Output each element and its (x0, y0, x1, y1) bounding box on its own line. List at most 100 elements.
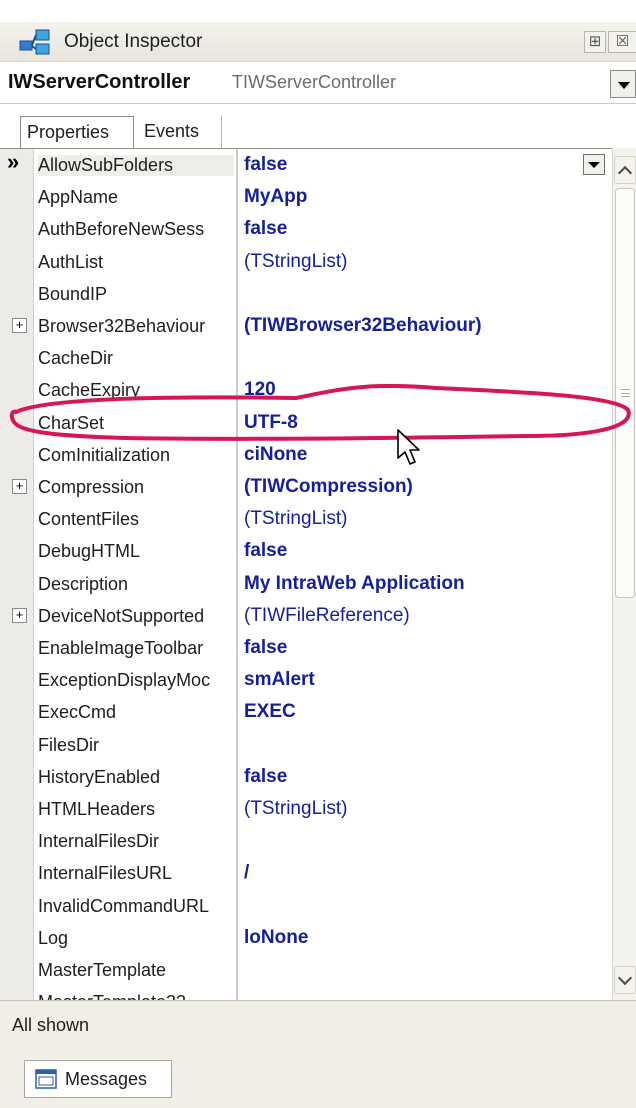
property-row[interactable]: FilesDir (0, 729, 612, 761)
property-name: InvalidCommandURL (38, 895, 210, 916)
property-row[interactable]: CacheDir (0, 342, 612, 374)
property-name: Log (38, 927, 69, 948)
property-value[interactable]: smAlert (244, 669, 584, 691)
tab-messages[interactable]: Messages (24, 1060, 172, 1098)
property-row[interactable]: ContentFiles (TStringList) (0, 503, 612, 535)
value-dropdown-icon[interactable] (583, 154, 605, 175)
property-name: FilesDir (38, 734, 99, 755)
property-row[interactable]: MasterTemplate32 (0, 986, 612, 1000)
property-row[interactable]: CharSet UTF-8 (0, 407, 612, 439)
property-row[interactable]: » AllowSubFolders false (0, 149, 612, 181)
property-name: ContentFiles (38, 509, 140, 530)
property-value[interactable]: false (244, 218, 584, 240)
property-name: CacheDir (38, 348, 114, 369)
property-row[interactable]: AppName MyApp (0, 181, 612, 213)
property-row[interactable]: ExecCmd EXEC (0, 696, 612, 728)
property-value[interactable]: loNone (244, 927, 584, 949)
property-row[interactable]: MasterTemplate (0, 954, 612, 986)
property-row[interactable]: EnableImageToolbar false (0, 632, 612, 664)
property-value[interactable]: false (244, 154, 584, 176)
property-name: Compression (38, 477, 145, 497)
scroll-down-icon[interactable] (614, 966, 636, 994)
property-row[interactable]: InternalFilesDir (0, 825, 612, 857)
property-name: HTMLHeaders (38, 799, 156, 819)
property-name: HistoryEnabled (38, 766, 161, 787)
property-name: InternalFilesDir (38, 831, 160, 852)
messages-label: Messages (65, 1069, 148, 1089)
property-name: ExceptionDisplayMoc (38, 670, 211, 691)
property-row[interactable]: DebugHTML false (0, 535, 612, 567)
object-inspector-icon (19, 29, 50, 55)
property-row[interactable]: CacheExpiry 120 (0, 374, 612, 406)
expand-icon[interactable]: + (12, 479, 27, 494)
property-row[interactable]: AuthList (TStringList) (0, 246, 612, 278)
property-row[interactable]: HTMLHeaders (TStringList) (0, 793, 612, 825)
panel-title: Object Inspector (64, 31, 203, 52)
property-name: AuthList (38, 251, 104, 272)
property-value[interactable]: false (244, 766, 584, 788)
scroll-up-icon[interactable] (614, 156, 636, 184)
property-name: AppName (38, 187, 119, 208)
property-value[interactable]: My IntraWeb Application (244, 573, 584, 595)
property-row[interactable]: + Compression (TIWCompression) (0, 471, 612, 503)
property-row[interactable]: BoundIP (0, 278, 612, 310)
property-name: MasterTemplate32 (38, 992, 234, 1000)
property-value[interactable]: (TIWFileReference) (244, 605, 584, 627)
property-name: Description (38, 573, 129, 594)
expand-icon[interactable]: + (12, 318, 27, 333)
property-value[interactable]: (TStringList) (244, 508, 584, 530)
status-bar: All shown (0, 1000, 636, 1050)
property-name: MasterTemplate (38, 960, 167, 980)
messages-icon (35, 1069, 57, 1089)
title-bar: Object Inspector ⊞ ☒ (0, 22, 636, 62)
property-name: DeviceNotSupported (38, 605, 205, 626)
property-name: BoundIP (38, 283, 108, 304)
property-name: CharSet (38, 412, 105, 433)
property-value[interactable]: (TStringList) (244, 798, 584, 820)
property-row[interactable]: HistoryEnabled false (0, 761, 612, 793)
property-name: AuthBeforeNewSess (38, 219, 205, 240)
vertical-scrollbar[interactable] (612, 148, 636, 1000)
property-name: AllowSubFolders (38, 155, 234, 176)
property-grid: » AllowSubFolders false AppName MyApp AuthBef… (0, 148, 612, 1000)
property-name: Browser32Behaviour (38, 316, 206, 336)
property-value[interactable]: false (244, 540, 584, 562)
property-row[interactable]: + Browser32Behaviour (TIWBrowser32Behaviou… (0, 310, 612, 342)
component-type: TIWServerController (232, 72, 397, 92)
property-row[interactable]: InternalFilesURL / (0, 857, 612, 889)
property-row[interactable]: ComInitialization ciNone (0, 439, 612, 471)
property-row[interactable]: + DeviceNotSupported (TIWFileReference) (0, 600, 612, 632)
property-value[interactable]: (TStringList) (244, 251, 584, 273)
property-value[interactable]: EXEC (244, 701, 584, 723)
property-name: CacheExpiry (38, 380, 141, 401)
property-name: DebugHTML (38, 541, 141, 562)
tab-properties[interactable]: Properties (20, 116, 134, 148)
pin-icon[interactable]: ⊞ (584, 31, 606, 53)
bottom-tab-bar: Messages (0, 1050, 636, 1108)
close-icon[interactable]: ☒ (608, 31, 636, 53)
expand-icon[interactable]: + (12, 607, 27, 623)
property-name: ExecCmd (38, 702, 117, 723)
property-row[interactable]: InvalidCommandURL (0, 890, 612, 922)
property-row[interactable]: AuthBeforeNewSess false (0, 213, 612, 245)
property-name: EnableImageToolbar (38, 638, 204, 658)
property-value[interactable]: (TIWBrowser32Behaviour) (244, 315, 584, 337)
property-row[interactable]: Description My IntraWeb Application (0, 568, 612, 600)
property-name: ComInitialization (38, 444, 171, 465)
current-row-marker-icon: » (7, 149, 20, 174)
property-name: InternalFilesURL (38, 863, 173, 884)
tab-events[interactable]: Events (138, 116, 222, 148)
property-row[interactable]: ExceptionDisplayMoc smAlert (0, 664, 612, 696)
property-value[interactable]: 120 (244, 379, 584, 401)
property-row[interactable]: Log loNone (0, 922, 612, 954)
grip-icon (621, 389, 630, 397)
property-value[interactable]: / (244, 862, 584, 884)
chevron-down-icon[interactable] (610, 70, 636, 98)
property-value[interactable]: (TIWCompression) (244, 476, 584, 498)
property-value[interactable]: MyApp (244, 186, 584, 208)
component-selector[interactable]: IWServerController TIWServerController (0, 62, 636, 104)
inspector-tabs: Properties Events (0, 104, 636, 148)
mouse-cursor-icon (397, 429, 420, 465)
scroll-thumb[interactable] (615, 188, 635, 598)
property-value[interactable]: false (244, 637, 584, 659)
